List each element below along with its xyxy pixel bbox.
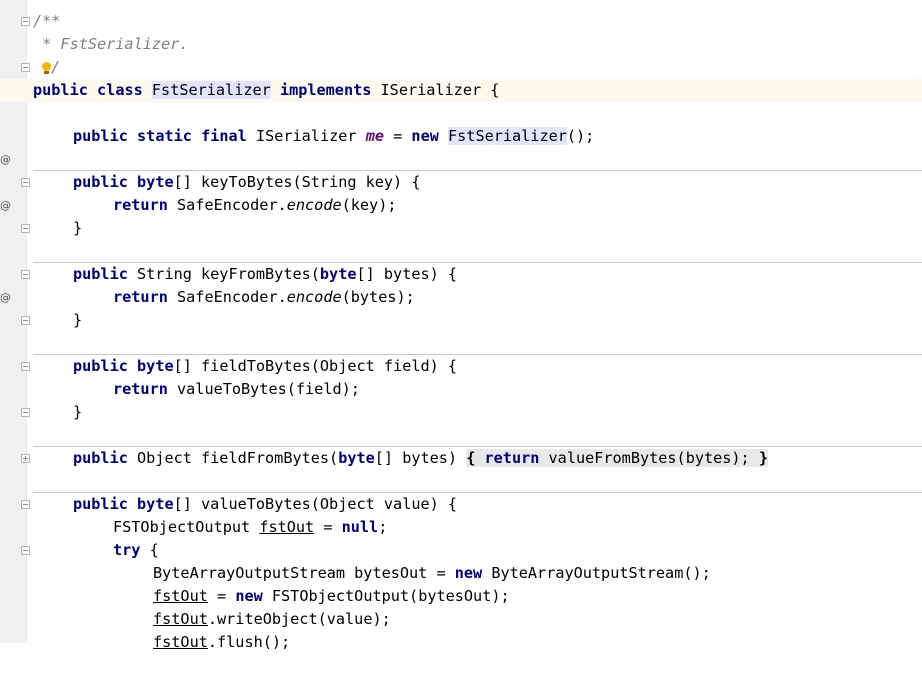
code-editor[interactable]: /** * FstSerializer. / public class FstS… [0,0,922,651]
code-line: } [0,309,922,332]
code-line: public byte[] fieldToBytes(Object field)… [0,355,922,378]
code-line: return SafeEncoder.encode(key); [113,196,397,214]
fold-end-icon[interactable] [21,224,30,233]
fold-collapse-icon[interactable] [21,178,30,187]
code-line: @ public static final ISerializer me = n… [0,125,922,166]
code-line: FSTObjectOutput fstOut = null; [113,518,388,536]
code-line-current: public class FstSerializer implements IS… [0,79,922,102]
code-line: try { [0,539,922,562]
fold-end-icon[interactable] [21,63,30,72]
code-line: fstOut.writeObject(value); [153,610,391,628]
lightbulb-icon[interactable] [41,62,51,74]
fold-expand-icon[interactable] [21,454,30,463]
code-line: ByteArrayOutputStream bytesOut = new Byt… [153,564,711,582]
code-line: @ public byte[] keyToBytes(String key) { [0,171,922,212]
fold-collapse-icon[interactable] [21,362,30,371]
code-line: } [0,401,922,424]
code-line: return valueToBytes(field); [113,380,360,398]
comment: * FstSerializer. [33,35,189,53]
fold-end-icon[interactable] [21,316,30,325]
fold-collapse-icon[interactable] [21,500,30,509]
code-line: public byte[] valueToBytes(Object value)… [0,493,922,516]
fold-collapse-icon[interactable] [21,17,30,26]
code-line: public Object fieldFromBytes(byte[] byte… [0,447,922,470]
code-line: fstOut = new FSTObjectOutput(bytesOut); [153,587,510,605]
folded-region[interactable]: { return valueFromBytes(bytes); } [466,449,769,467]
comment: /** [33,12,61,30]
code-line: return SafeEncoder.encode(bytes); [113,288,415,306]
code-line: / [0,56,922,79]
code-line: /** [0,10,922,33]
fold-end-icon[interactable] [21,408,30,417]
code-line: } [0,217,922,240]
code-line: * FstSerializer. [0,33,922,56]
code-line: @ public String keyFromBytes(byte[] byte… [0,263,922,304]
override-marker-icon[interactable]: @ [0,148,12,171]
class-name[interactable]: FstSerializer [151,81,271,99]
fold-collapse-icon[interactable] [21,546,30,555]
fold-collapse-icon[interactable] [21,270,30,279]
comment: / [51,58,61,76]
